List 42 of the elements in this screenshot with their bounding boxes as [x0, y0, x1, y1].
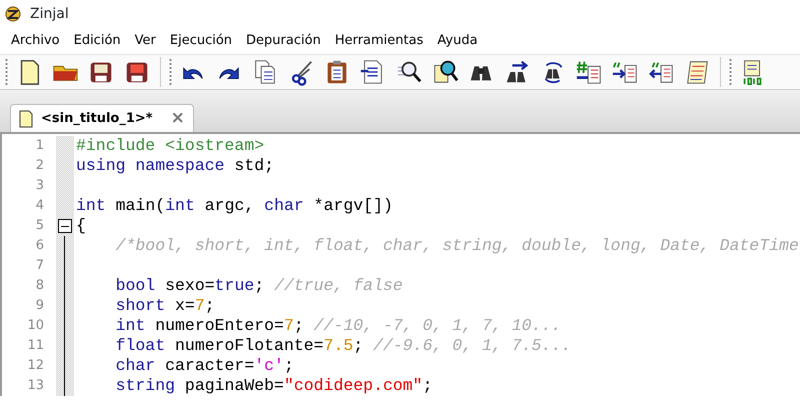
code-line: int main(int argc, char *argv[])	[75, 196, 393, 216]
code-line: int numeroEntero=7; //-10, -7, 0, 1, 7, 10...	[114, 316, 562, 336]
app-logo-icon	[4, 5, 22, 23]
line-number: 1	[34, 137, 45, 155]
close-tab-button[interactable]: ×	[170, 110, 185, 127]
code-line: string paginaWeb="codideep.com";	[114, 376, 432, 396]
fold-margin	[56, 176, 74, 196]
line-number: 12	[26, 357, 45, 375]
editor-tab[interactable]: <sin_titulo_1>* ×	[10, 104, 194, 132]
menu-item[interactable]: Edición	[66, 31, 128, 51]
file-icon	[19, 110, 33, 128]
fold-margin	[56, 136, 74, 156]
line-number: 11	[26, 337, 45, 355]
line-number: 2	[34, 157, 45, 175]
code-line: /*bool, short, int, float, char, string, double, long, Date, DateTime	[114, 236, 799, 256]
line-number: 9	[34, 297, 45, 315]
line-number: 10	[26, 317, 45, 335]
menu-item[interactable]: Ejecución	[162, 31, 240, 51]
code-line: float numeroFlotante=7.5; //-9.6, 0, 1, 7.5...	[114, 336, 572, 356]
code-line: using namespace std;	[75, 156, 274, 176]
code-line: short x=7;	[114, 296, 215, 316]
menu-item[interactable]: Ayuda	[430, 31, 485, 51]
menu-item[interactable]: Herramientas	[328, 31, 430, 51]
line-number: 4	[34, 197, 45, 215]
line-number: 8	[34, 277, 45, 295]
line-number: 6	[34, 237, 45, 255]
fold-margin	[56, 196, 74, 216]
menu-item[interactable]: Ver	[128, 31, 163, 51]
code-line: #include <iostream>	[75, 136, 264, 156]
tab-label: <sin_titulo_1>*	[41, 110, 153, 128]
window-title: Zinjal	[30, 4, 69, 24]
fold-toggle[interactable]	[58, 219, 72, 233]
menu-item[interactable]: Archivo	[4, 31, 67, 51]
line-number: 7	[34, 257, 45, 275]
code-line: {	[75, 216, 86, 236]
menu-item[interactable]: Depuración	[239, 31, 328, 51]
line-number: 13	[26, 377, 45, 395]
code-line: char caracter='c';	[114, 356, 294, 376]
fold-margin	[56, 156, 74, 176]
code-line: bool sexo=true; //true, false	[114, 276, 403, 296]
line-number: 3	[34, 177, 45, 195]
line-number: 5	[34, 217, 45, 235]
